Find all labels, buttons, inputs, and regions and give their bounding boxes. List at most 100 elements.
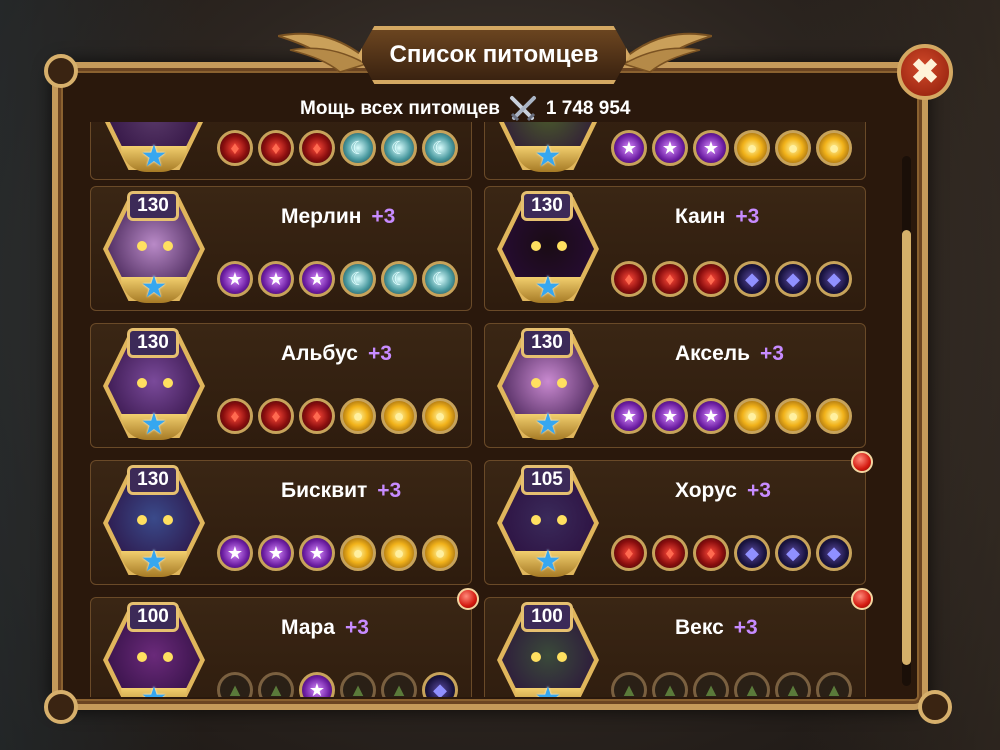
purple-gem-icon[interactable]: ★ [217, 535, 253, 571]
pet-portrait[interactable]: ★ 130 [99, 465, 209, 577]
gold-gem-icon[interactable]: ● [734, 398, 770, 434]
red-gem-icon[interactable]: ♦ [611, 261, 647, 297]
pet-portrait[interactable]: ★ 130 [493, 328, 603, 440]
pet-level-badge: 130 [127, 191, 179, 221]
red-gem-icon[interactable]: ♦ [258, 130, 294, 166]
purple-gem-icon[interactable]: ★ [258, 535, 294, 571]
pet-card[interactable]: ★ 130 Бисквит +3 ★ ★ ★ ● ● ● [90, 460, 472, 585]
dark-gem-icon[interactable]: ◆ [422, 672, 458, 697]
pet-name: Мара [281, 616, 335, 639]
gold-gem-icon[interactable]: ● [422, 535, 458, 571]
scrollbar-thumb[interactable] [902, 230, 911, 665]
pet-level-badge: 105 [521, 465, 573, 495]
purple-gem-icon[interactable]: ★ [652, 130, 688, 166]
pet-portrait[interactable]: ★ 100 [99, 602, 209, 697]
dark-gem-icon[interactable]: ◆ [775, 261, 811, 297]
empty-gem-icon[interactable]: ▲ [652, 672, 688, 697]
empty-gem-icon[interactable]: ▲ [693, 672, 729, 697]
gold-gem-icon[interactable]: ● [381, 535, 417, 571]
pet-card[interactable]: ★ 105 Хорус +3 ♦ ♦ ♦ ◆ ◆ ◆ [484, 451, 873, 585]
empty-gem-icon[interactable]: ▲ [734, 672, 770, 697]
pet-gem-slots: ♦ ♦ ♦ ◆ ◆ ◆ [611, 535, 852, 571]
empty-gem-icon[interactable]: ▲ [381, 672, 417, 697]
pet-portrait[interactable]: ★ 105 [493, 465, 603, 577]
gold-gem-icon[interactable]: ● [422, 398, 458, 434]
red-gem-icon[interactable]: ♦ [652, 261, 688, 297]
purple-gem-icon[interactable]: ★ [611, 398, 647, 434]
empty-gem-icon[interactable]: ▲ [258, 672, 294, 697]
gold-gem-icon[interactable]: ● [381, 398, 417, 434]
star-icon: ★ [140, 408, 168, 441]
pet-portrait[interactable]: ★ 130 [493, 191, 603, 303]
purple-gem-icon[interactable]: ★ [299, 535, 335, 571]
pet-eyes [137, 652, 173, 662]
purple-gem-icon[interactable]: ★ [693, 130, 729, 166]
pet-card[interactable]: ★ ♦ ♦ ♦ ☾ ☾ ☾ [90, 122, 472, 180]
star-icon: ★ [533, 684, 563, 698]
gold-gem-icon[interactable]: ● [734, 130, 770, 166]
dark-gem-icon[interactable]: ◆ [816, 261, 852, 297]
pet-gem-slots: ♦ ♦ ♦ ◆ ◆ ◆ [611, 261, 852, 297]
purple-gem-icon[interactable]: ★ [652, 398, 688, 434]
empty-gem-icon[interactable]: ▲ [340, 672, 376, 697]
pet-eyes [531, 515, 567, 525]
pet-card[interactable]: ★100Мара+3▲▲★▲▲◆ [90, 588, 479, 697]
pet-card[interactable]: ★ 130 Каин +3 ♦ ♦ ♦ ◆ ◆ ◆ [484, 186, 866, 311]
gold-gem-icon[interactable]: ● [816, 130, 852, 166]
red-gem-icon[interactable]: ♦ [299, 398, 335, 434]
red-gem-icon[interactable]: ♦ [693, 535, 729, 571]
frame-corner-ornament [44, 54, 78, 88]
purple-gem-icon[interactable]: ★ [299, 672, 335, 697]
teal-gem-icon[interactable]: ☾ [340, 130, 376, 166]
pet-portrait[interactable]: ★ 100 [493, 602, 603, 697]
close-button[interactable]: ✖ [897, 44, 953, 100]
pet-name-row: Бисквит +3 [281, 479, 401, 503]
pet-portrait[interactable]: ★ 130 [99, 328, 209, 440]
teal-gem-icon[interactable]: ☾ [422, 261, 458, 297]
pet-portrait[interactable]: ★ 130 [99, 191, 209, 303]
purple-gem-icon[interactable]: ★ [258, 261, 294, 297]
pet-name-row: Аксель +3 [675, 342, 784, 366]
pet-card[interactable]: ★ 130 Мерлин +3 ★ ★ ★ ☾ ☾ ☾ [90, 186, 472, 311]
pet-list[interactable]: ★ ♦ ♦ ♦ ☾ ☾ ☾ ★ ★ ★ ★ ● ● ● ★ 130 Мерлин +3 ★ ★ ★ ☾ ☾ ☾ ★ 130 К… [88, 122, 878, 697]
red-gem-icon[interactable]: ♦ [217, 130, 253, 166]
pet-card[interactable]: ★ 130 Альбус +3 ♦ ♦ ♦ ● ● ● [90, 323, 472, 448]
pet-card[interactable]: ★100Векс+3▲▲▲▲▲▲ [484, 588, 873, 697]
teal-gem-icon[interactable]: ☾ [422, 130, 458, 166]
pet-portrait[interactable]: ★ [493, 122, 603, 172]
purple-gem-icon[interactable]: ★ [611, 130, 647, 166]
purple-gem-icon[interactable]: ★ [693, 398, 729, 434]
purple-gem-icon[interactable]: ★ [217, 261, 253, 297]
red-gem-icon[interactable]: ♦ [299, 130, 335, 166]
teal-gem-icon[interactable]: ☾ [381, 130, 417, 166]
purple-gem-icon[interactable]: ★ [299, 261, 335, 297]
gold-gem-icon[interactable]: ● [340, 398, 376, 434]
pet-card[interactable]: ★ ★ ★ ★ ● ● ● [484, 122, 866, 180]
dark-gem-icon[interactable]: ◆ [816, 535, 852, 571]
pet-eyes [137, 378, 173, 388]
teal-gem-icon[interactable]: ☾ [381, 261, 417, 297]
pet-rank-plus: +3 [760, 342, 784, 365]
dark-gem-icon[interactable]: ◆ [734, 261, 770, 297]
red-gem-icon[interactable]: ♦ [652, 535, 688, 571]
dark-gem-icon[interactable]: ◆ [775, 535, 811, 571]
red-gem-icon[interactable]: ♦ [611, 535, 647, 571]
pet-card[interactable]: ★ 130 Аксель +3 ★ ★ ★ ● ● ● [484, 323, 866, 448]
gold-gem-icon[interactable]: ● [775, 130, 811, 166]
red-gem-icon[interactable]: ♦ [217, 398, 253, 434]
pet-gem-slots: ★ ★ ★ ☾ ☾ ☾ [217, 261, 458, 297]
empty-gem-icon[interactable]: ▲ [816, 672, 852, 697]
notification-dot [457, 588, 479, 610]
teal-gem-icon[interactable]: ☾ [340, 261, 376, 297]
empty-gem-icon[interactable]: ▲ [611, 672, 647, 697]
empty-gem-icon[interactable]: ▲ [775, 672, 811, 697]
pet-name-row: Хорус +3 [675, 479, 771, 503]
empty-gem-icon[interactable]: ▲ [217, 672, 253, 697]
dark-gem-icon[interactable]: ◆ [734, 535, 770, 571]
gold-gem-icon[interactable]: ● [775, 398, 811, 434]
red-gem-icon[interactable]: ♦ [258, 398, 294, 434]
gold-gem-icon[interactable]: ● [816, 398, 852, 434]
red-gem-icon[interactable]: ♦ [693, 261, 729, 297]
pet-portrait[interactable]: ★ [99, 122, 209, 172]
gold-gem-icon[interactable]: ● [340, 535, 376, 571]
